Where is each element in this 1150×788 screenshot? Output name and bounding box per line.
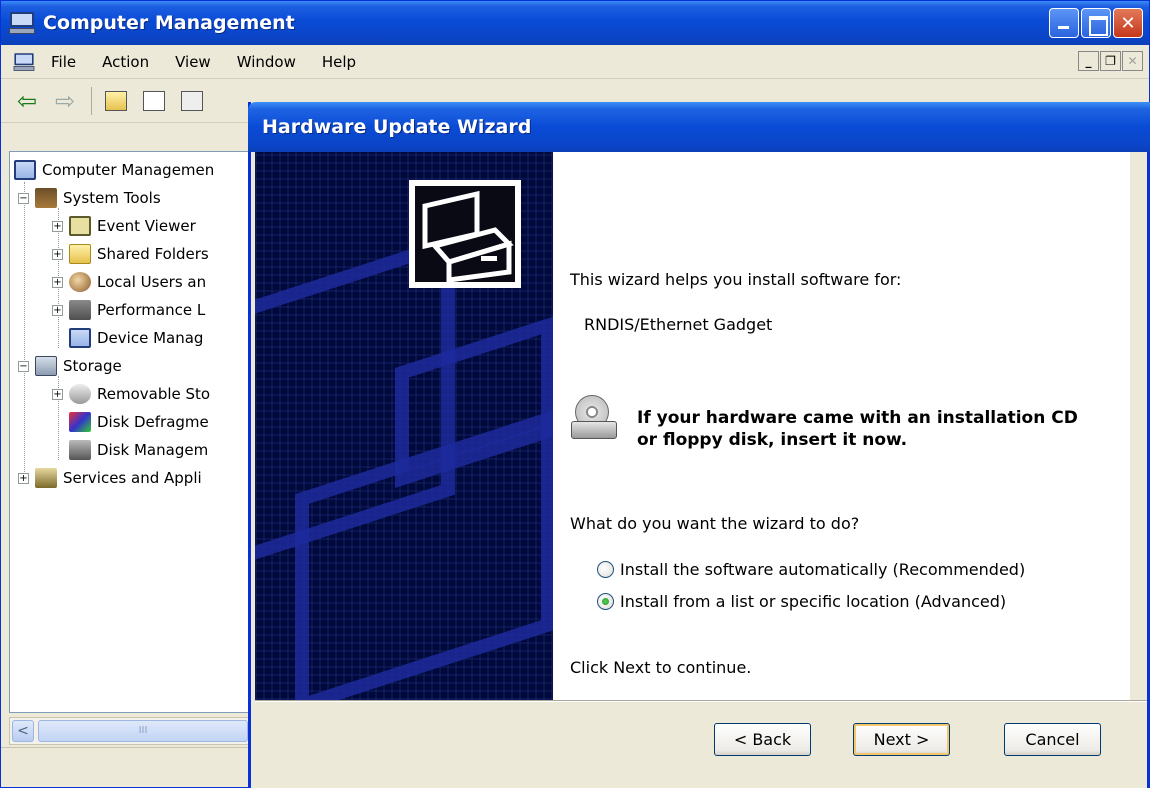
storage-icon — [35, 356, 57, 376]
tree-item-device-manager[interactable]: Device Manag — [69, 324, 203, 352]
radio-advanced[interactable] — [597, 593, 614, 610]
expand-toggle[interactable]: + — [52, 248, 63, 260]
tree-item-label: Disk Defragme — [97, 413, 209, 431]
hardware-update-wizard-dialog: Hardware Update Wizard This wizard helps… — [248, 102, 1150, 788]
tree-item-label: System Tools — [63, 189, 161, 207]
device-name: RNDIS/Ethernet Gadget — [584, 315, 773, 334]
back-button[interactable]: < Back — [714, 723, 811, 756]
option-label: Install from a list or specific location… — [620, 592, 1007, 611]
menu-action[interactable]: Action — [102, 53, 149, 71]
tree-item-event-viewer[interactable]: + Event Viewer — [52, 212, 196, 240]
tree-item-system-tools[interactable]: − System Tools — [18, 184, 161, 212]
services-icon — [35, 468, 57, 488]
collapse-toggle[interactable]: − — [18, 192, 29, 204]
wizard-question: What do you want the wizard to do? — [570, 514, 860, 533]
tree-item-disk-management[interactable]: Disk Managem — [69, 436, 208, 464]
menu-file[interactable]: File — [51, 53, 76, 71]
back-arrow-icon[interactable]: ⇦ — [11, 86, 43, 116]
show-hide-tree-icon[interactable] — [138, 86, 170, 116]
expand-toggle[interactable]: + — [52, 276, 63, 288]
tree-item-label: Computer Managemen — [42, 161, 215, 179]
minimize-button[interactable] — [1049, 8, 1079, 38]
tree-item-disk-defragmenter[interactable]: Disk Defragme — [69, 408, 209, 436]
footer-divider — [255, 700, 1147, 702]
wizard-side-banner — [255, 152, 553, 700]
computer-icon — [14, 160, 36, 180]
tree-item-label: Performance L — [97, 301, 206, 319]
tree-item-label: Device Manag — [97, 329, 204, 347]
next-button[interactable]: Next > — [853, 723, 950, 756]
option-install-from-list[interactable]: Install from a list or specific location… — [597, 592, 1006, 611]
menu-help[interactable]: Help — [322, 53, 356, 71]
tree-item-computer-management[interactable]: Computer Managemen — [14, 156, 214, 184]
tree-item-label: Disk Managem — [97, 441, 209, 459]
defrag-icon — [69, 412, 91, 432]
menu-window[interactable]: Window — [237, 53, 296, 71]
toolbar-separator — [91, 86, 92, 115]
forward-arrow-icon[interactable]: ⇨ — [49, 86, 81, 116]
removable-storage-icon — [69, 384, 91, 404]
main-window-title: Computer Management — [43, 12, 295, 34]
close-button[interactable]: ✕ — [1113, 8, 1143, 38]
tree-item-label: Event Viewer — [97, 217, 196, 235]
mdi-restore-button[interactable]: ❐ — [1100, 51, 1121, 71]
menu-view[interactable]: View — [175, 53, 211, 71]
computer-management-icon — [9, 12, 35, 34]
users-icon — [69, 272, 91, 292]
tree-item-removable-storage[interactable]: + Removable Sto — [52, 380, 210, 408]
option-install-automatically[interactable]: Install the software automatically (Reco… — [597, 560, 1025, 579]
properties-icon[interactable] — [176, 86, 208, 116]
maximize-button[interactable] — [1081, 8, 1111, 38]
expand-toggle[interactable]: + — [52, 220, 63, 232]
scroll-left-arrow-icon[interactable]: < — [12, 720, 34, 742]
mdi-minimize-button[interactable]: _ — [1078, 51, 1099, 71]
wizard-content: This wizard helps you install software f… — [553, 152, 1130, 700]
tree-item-shared-folders[interactable]: + Shared Folders — [52, 240, 209, 268]
tree-item-label: Local Users an — [97, 273, 207, 291]
mdi-child-icon[interactable] — [13, 52, 35, 71]
device-manager-icon — [69, 328, 91, 348]
status-bar — [1, 747, 256, 787]
main-titlebar[interactable]: Computer Management ✕ — [1, 1, 1149, 45]
tree-guide-line — [24, 182, 25, 482]
wizard-title: Hardware Update Wizard — [262, 116, 532, 138]
hardware-card-icon — [409, 180, 521, 288]
cd-message-line2: or floppy disk, insert it now. — [637, 430, 908, 450]
tree-item-label: Storage — [63, 357, 122, 375]
option-label: Install the software automatically (Reco… — [620, 560, 1026, 579]
tools-icon — [35, 188, 57, 208]
horizontal-scrollbar[interactable]: < III — [9, 717, 259, 745]
expand-toggle[interactable]: + — [52, 304, 63, 316]
tree-item-performance-logs[interactable]: + Performance L — [52, 296, 205, 324]
console-tree[interactable]: Computer Managemen − System Tools + Even… — [9, 151, 259, 713]
performance-icon — [69, 300, 91, 320]
wizard-titlebar[interactable]: Hardware Update Wizard — [248, 102, 1150, 152]
expand-toggle[interactable]: + — [18, 472, 29, 484]
folder-icon — [69, 244, 91, 264]
up-one-level-icon[interactable] — [100, 86, 132, 116]
cd-message-line1: If your hardware came with an installati… — [637, 408, 1078, 428]
tree-item-label: Services and Appli — [63, 469, 202, 487]
scrollbar-thumb[interactable]: III — [38, 720, 248, 742]
continue-hint: Click Next to continue. — [570, 658, 752, 677]
menu-bar: File Action View Window Help _ ❐ ✕ — [1, 45, 1149, 79]
wizard-intro-text: This wizard helps you install software f… — [570, 270, 902, 289]
cd-drive-icon — [571, 395, 619, 443]
tree-item-services-applications[interactable]: + Services and Appli — [18, 464, 202, 492]
tree-item-storage[interactable]: − Storage — [18, 352, 122, 380]
expand-toggle[interactable]: + — [52, 388, 63, 400]
tree-item-local-users[interactable]: + Local Users an — [52, 268, 206, 296]
mdi-close-button[interactable]: ✕ — [1122, 51, 1143, 71]
tree-item-label: Shared Folders — [97, 245, 209, 263]
tree-item-label: Removable Sto — [97, 385, 211, 403]
event-viewer-icon — [69, 216, 91, 236]
collapse-toggle[interactable]: − — [18, 360, 29, 372]
cancel-button[interactable]: Cancel — [1004, 723, 1101, 756]
radio-automatic[interactable] — [597, 561, 614, 578]
disk-management-icon — [69, 440, 91, 460]
